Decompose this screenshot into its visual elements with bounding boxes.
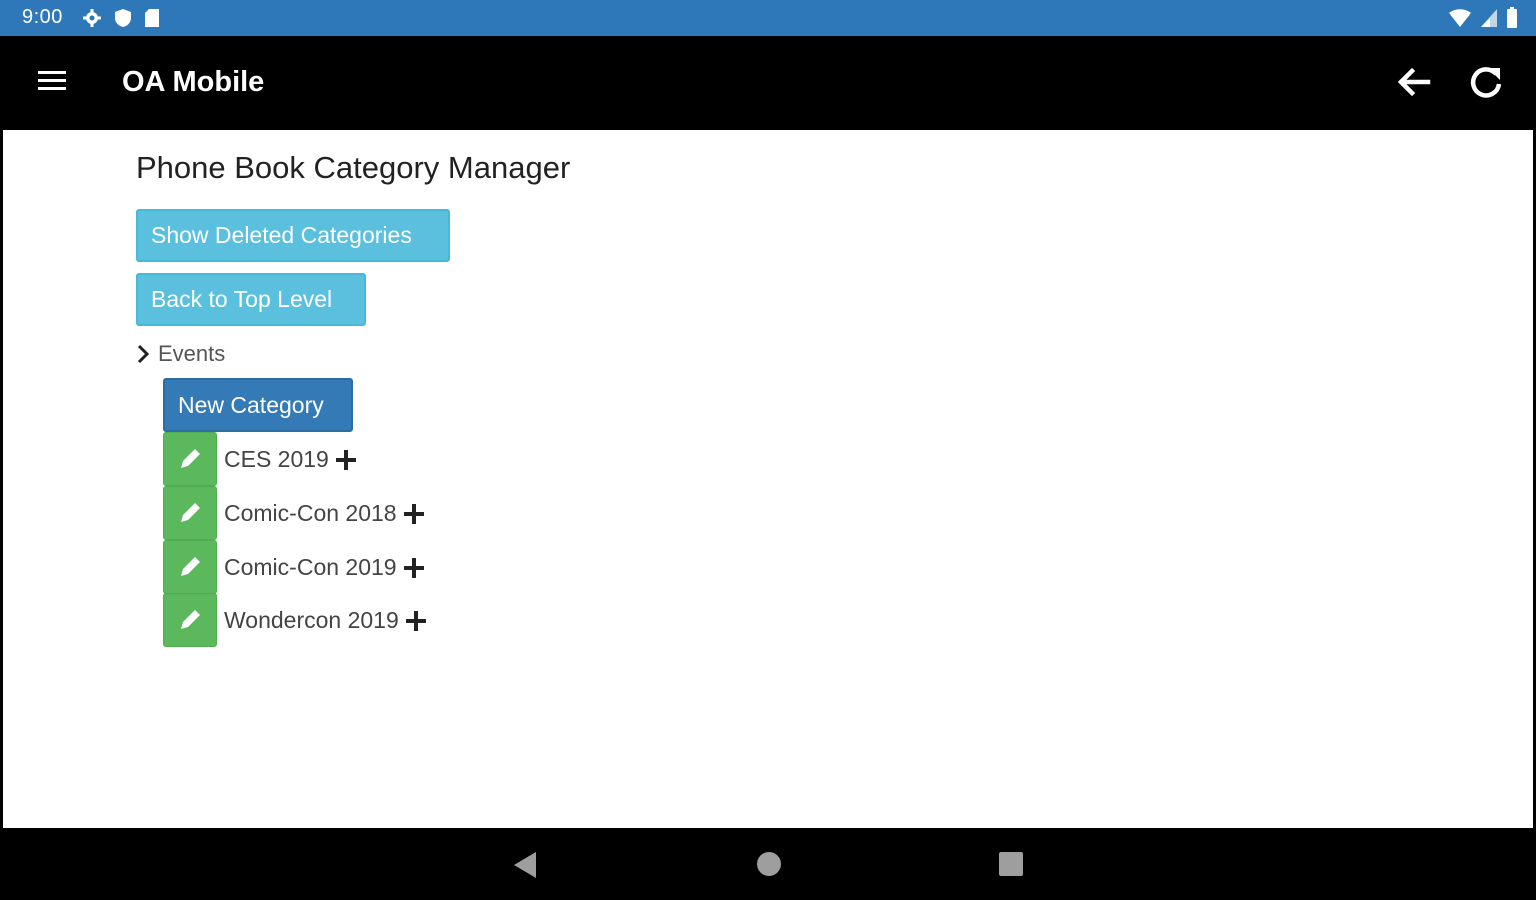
wifi-icon: [1449, 9, 1471, 27]
category-label[interactable]: CES 2019: [224, 446, 329, 473]
gear-icon: [83, 9, 101, 27]
plus-icon[interactable]: [335, 449, 357, 471]
app-bar: OA Mobile: [0, 36, 1536, 130]
category-label[interactable]: Comic-Con 2018: [224, 500, 397, 527]
status-icons-right: [1448, 6, 1518, 30]
chevron-right-icon: [137, 344, 150, 364]
new-category-button[interactable]: New Category: [163, 378, 353, 432]
edit-category-button[interactable]: [163, 486, 217, 540]
shield-icon: [115, 9, 131, 27]
system-nav-bar: [0, 828, 1536, 900]
category-row: Wondercon 2019: [163, 593, 427, 647]
status-bar: 9:00: [0, 0, 1536, 36]
category-label[interactable]: Wondercon 2019: [224, 607, 399, 634]
pencil-icon: [181, 610, 200, 629]
show-deleted-categories-button[interactable]: Show Deleted Categories: [136, 209, 450, 262]
status-icons-left: [82, 6, 160, 30]
tree-node-events[interactable]: Events: [136, 338, 225, 370]
pencil-icon: [181, 503, 200, 522]
main-content: Phone Book Category Manager Show Deleted…: [3, 130, 1533, 828]
menu-icon[interactable]: [38, 71, 70, 95]
pencil-icon: [181, 557, 200, 576]
page-title: Phone Book Category Manager: [136, 150, 571, 185]
category-row: Comic-Con 2018: [163, 486, 425, 540]
edit-category-button[interactable]: [163, 540, 217, 594]
back-arrow-icon[interactable]: [1394, 62, 1434, 102]
plus-icon[interactable]: [405, 610, 427, 632]
pencil-icon: [181, 449, 200, 468]
edit-category-button[interactable]: [163, 432, 217, 486]
plus-icon[interactable]: [403, 557, 425, 579]
sd-card-icon: [145, 9, 159, 27]
refresh-icon[interactable]: [1466, 62, 1506, 102]
battery-icon: [1507, 7, 1517, 28]
category-row: CES 2019: [163, 432, 357, 486]
nav-back-icon[interactable]: [512, 850, 540, 880]
nav-home-icon[interactable]: [757, 852, 781, 876]
plus-icon[interactable]: [403, 503, 425, 525]
cell-signal-icon: [1481, 9, 1497, 27]
edit-category-button[interactable]: [163, 593, 217, 647]
category-row: Comic-Con 2019: [163, 540, 425, 594]
category-label[interactable]: Comic-Con 2019: [224, 554, 397, 581]
nav-recents-icon[interactable]: [999, 852, 1023, 876]
status-time: 9:00: [22, 6, 63, 28]
tree-node-label: Events: [158, 341, 226, 366]
app-title: OA Mobile: [122, 66, 265, 98]
back-to-top-level-button[interactable]: Back to Top Level: [136, 273, 366, 326]
